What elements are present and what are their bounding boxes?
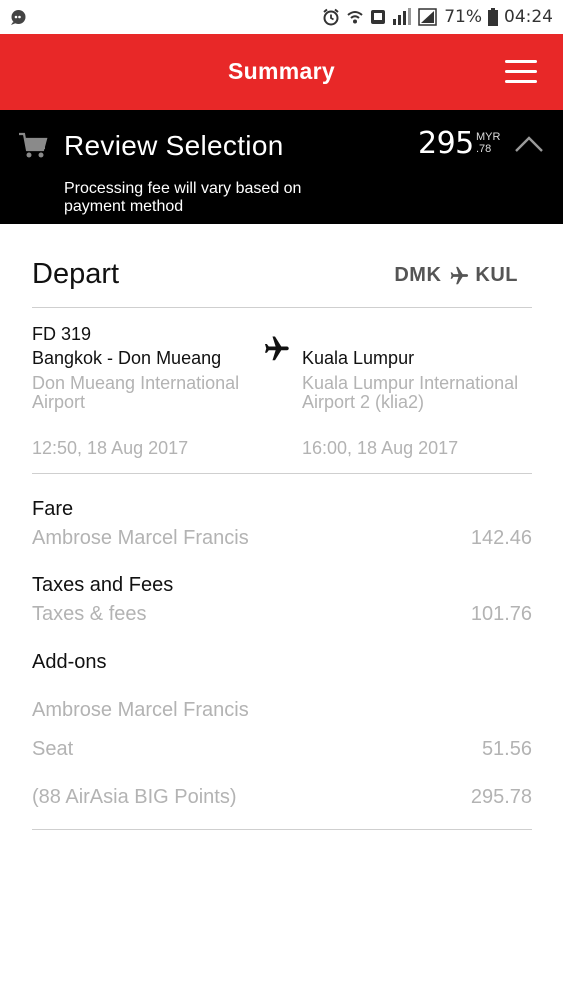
plane-icon xyxy=(451,266,469,284)
taxes-item: Taxes & fees xyxy=(32,603,147,625)
addon-passenger: Ambrose Marcel Francis xyxy=(32,699,249,721)
status-bar: 71% 04:24 xyxy=(0,0,563,34)
divider xyxy=(32,307,532,308)
cellular-icon xyxy=(393,8,412,25)
price-currency: MYR xyxy=(476,131,501,143)
divider xyxy=(32,829,532,830)
alarm-icon xyxy=(323,8,339,26)
price-cents: .78 xyxy=(476,143,492,155)
depart-header: Depart DMK KUL xyxy=(32,256,532,296)
status-time: 04:24 xyxy=(504,7,553,27)
plane-icon xyxy=(265,336,289,361)
signal-icon xyxy=(418,8,437,26)
notification-bubble-icon xyxy=(11,10,26,25)
destination-city: Kuala Lumpur xyxy=(302,348,415,368)
seat-label: Seat xyxy=(32,738,74,760)
screen-record-icon xyxy=(371,10,386,24)
departure-time: 12:50, 18 Aug 2017 xyxy=(32,438,189,458)
cart-icon xyxy=(19,132,48,158)
total-price: 295 xyxy=(418,126,474,161)
chevron-up-icon[interactable] xyxy=(514,134,544,154)
status-icons: 71% 04:24 xyxy=(322,6,553,28)
page-title: Summary xyxy=(228,58,335,84)
taxes-label: Taxes and Fees xyxy=(32,574,174,596)
divider xyxy=(32,473,532,474)
arrival-time: 16:00, 18 Aug 2017 xyxy=(302,438,459,458)
seat-amount: 51.56 xyxy=(481,738,532,760)
battery-icon xyxy=(488,8,498,26)
destination-code: KUL xyxy=(475,264,518,286)
battery-percent: 71% xyxy=(444,7,482,27)
addons-label: Add-ons xyxy=(32,651,107,673)
fare-passenger: Ambrose Marcel Francis xyxy=(32,527,249,549)
origin-code: DMK xyxy=(394,264,442,286)
fare-label: Fare xyxy=(32,498,74,520)
origin-city: Bangkok - Don Mueang xyxy=(32,348,222,368)
review-selection-title: Review Selection xyxy=(64,130,284,161)
app-header: Summary xyxy=(0,34,563,110)
taxes-amount: 101.76 xyxy=(470,603,532,625)
route-codes: DMK KUL xyxy=(394,264,518,287)
wifi-icon xyxy=(347,11,363,24)
review-selection-bar[interactable]: Review Selection 295 MYR .78 Processing … xyxy=(0,110,563,224)
depart-title: Depart xyxy=(32,258,120,290)
big-points-label: (88 AirAsia BIG Points) xyxy=(32,786,237,808)
total-amount: 295.78 xyxy=(470,786,532,808)
hamburger-menu-icon[interactable] xyxy=(505,60,537,84)
origin-airport: Don Mueang International Airport xyxy=(32,373,240,412)
destination-airport: Kuala Lumpur International Airport 2 (kl… xyxy=(302,373,519,412)
fare-amount: 142.46 xyxy=(470,527,532,549)
processing-fee-note: Processing fee will vary based on paymen… xyxy=(64,180,302,215)
flight-number: FD 319 xyxy=(32,324,92,344)
